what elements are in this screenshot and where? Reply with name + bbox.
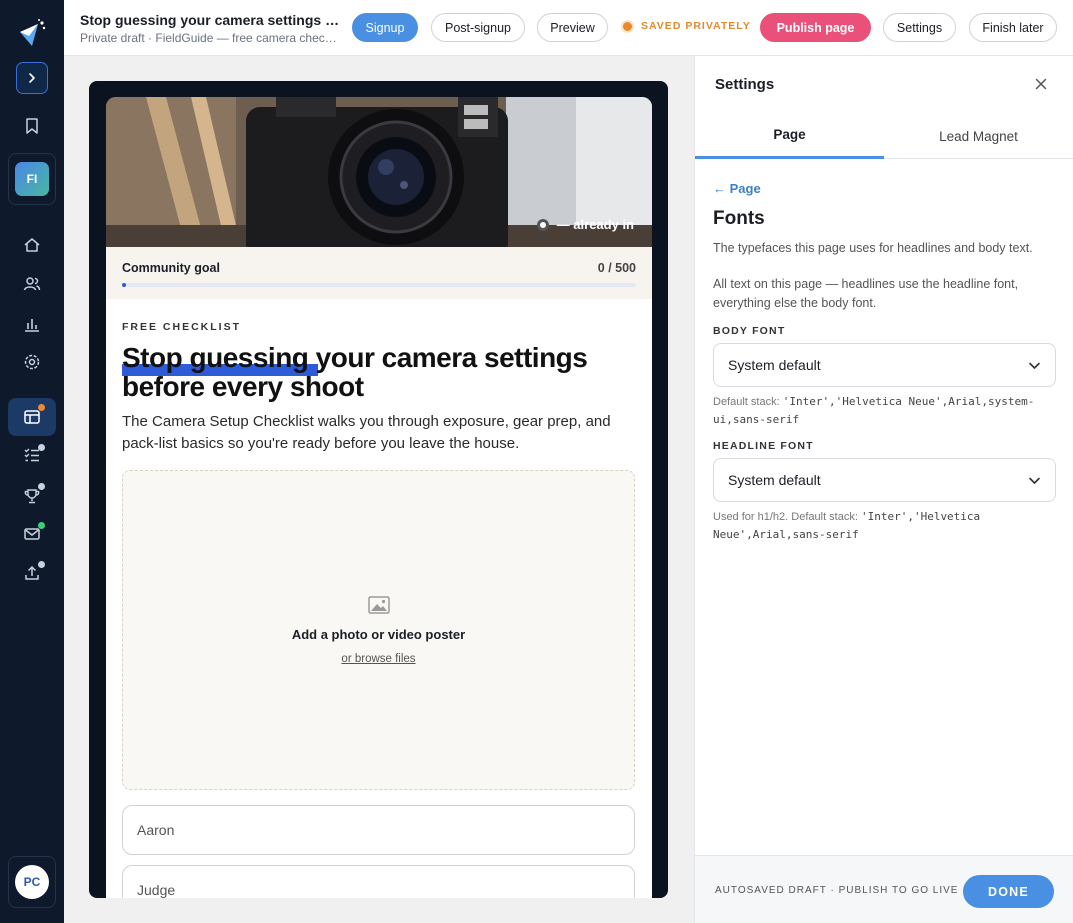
section-title: Fonts [713,208,765,229]
tab-signup[interactable]: Signup [352,13,418,42]
status-dot [38,444,45,451]
headline-font-label: HEADLINE FONT [713,440,814,452]
status-dot [38,522,45,529]
tab-preview[interactable]: Preview [537,13,608,42]
chevron-down-icon [1029,477,1040,484]
hero-image[interactable]: — already in [106,97,652,247]
done-button[interactable]: DONE [963,875,1054,908]
device-frame: — already in Community goal 0 / 500 FREE… [89,81,668,898]
goal-count: 0 / 500 [597,261,636,275]
autosave-status: AUTOSAVED DRAFT · PUBLISH TO GO LIVE [715,885,959,896]
avatar: PC [15,865,49,899]
body-font-value: System default [728,357,821,373]
logo-icon[interactable] [16,18,48,50]
saved-status: SAVED PRIVATELY [623,20,751,32]
hero-caption: — already in [536,217,634,232]
body-font-select[interactable]: System default [713,343,1056,387]
headline-font-select[interactable]: System default [713,458,1056,502]
last-name-field[interactable]: Judge [122,865,635,898]
browse-files-link[interactable]: or browse files [123,653,634,665]
first-name-field[interactable]: Aaron [122,805,635,855]
panel-tabs: Page Lead Magnet [695,113,1073,159]
goal-progress-track [122,283,636,287]
community-goal: Community goal 0 / 500 [106,247,652,299]
tab-post-signup[interactable]: Post-signup [431,13,525,42]
gear-icon[interactable] [20,350,44,374]
back-link[interactable]: ← Page [713,181,761,196]
users-icon[interactable] [20,272,44,296]
workspace-switcher[interactable]: FI [8,153,56,205]
hero-caption-text: — already in [556,217,634,232]
chart-icon[interactable] [20,312,44,336]
sidebar: FI PC [0,0,64,923]
tab-page[interactable]: Page [695,113,884,159]
notification-dot [38,404,45,411]
image-icon [368,596,390,614]
chevron-down-icon [1029,362,1040,369]
home-icon[interactable] [20,233,44,257]
goal-label: Community goal [122,261,220,275]
page-title: Stop guessing your camera settings befor… [80,12,342,28]
topbar: Stop guessing your camera settings befor… [64,0,1073,56]
preview-canvas: — already in Community goal 0 / 500 FREE… [64,56,694,923]
headline-font-hint: Used for h1/h2. Default stack: 'Inter','… [713,508,1058,544]
sidebar-item-pages[interactable] [8,398,56,436]
headline[interactable]: Stop guessing your camera settings befor… [122,343,642,401]
settings-button[interactable]: Settings [883,13,956,42]
status-dot [38,483,45,490]
body-font-label: BODY FONT [713,325,786,337]
headline-font-value: System default [728,472,821,488]
close-icon[interactable] [1033,76,1049,92]
headline-font-hint-prefix: Used for h1/h2. Default stack: [713,511,861,523]
status-dot [38,561,45,568]
eyebrow-label[interactable]: FREE CHECKLIST [122,321,241,333]
body-font-hint: Default stack: 'Inter','Helvetica Neue',… [713,393,1058,429]
media-dropzone[interactable]: Add a photo or video poster or browse fi… [122,470,635,790]
panel-footer: AUTOSAVED DRAFT · PUBLISH TO GO LIVE DON… [695,855,1073,923]
expand-sidebar-button[interactable] [16,62,48,94]
page-subtitle: Private draft · FieldGuide — free camera… [80,31,342,45]
workspace-avatar: FI [15,162,49,196]
publish-button[interactable]: Publish page [760,13,871,42]
headline-highlighted-text: Stop guessing [122,342,309,373]
description[interactable]: The Camera Setup Checklist walks you thr… [122,411,622,455]
section-info: All text on this page — headlines use th… [713,277,1019,310]
goal-progress-fill [122,283,126,287]
user-menu[interactable]: PC [8,856,56,908]
saved-status-label: SAVED PRIVATELY [641,20,751,32]
landing-page-preview: — already in Community goal 0 / 500 FREE… [106,97,652,898]
section-subtitle: The typefaces this page uses for headlin… [713,241,1033,255]
panel-title: Settings [715,76,775,93]
bookmark-icon[interactable] [20,114,44,138]
tab-lead-magnet[interactable]: Lead Magnet [884,113,1073,159]
dropzone-title: Add a photo or video poster [291,627,466,642]
saved-dot-icon [623,21,632,31]
record-dot-icon [536,218,549,231]
body-font-hint-prefix: Default stack: [713,396,783,408]
finish-later-button[interactable]: Finish later [969,13,1057,42]
chevron-right-icon [29,73,35,83]
settings-panel: Settings Page Lead Magnet ← Page Fonts T… [694,56,1073,923]
